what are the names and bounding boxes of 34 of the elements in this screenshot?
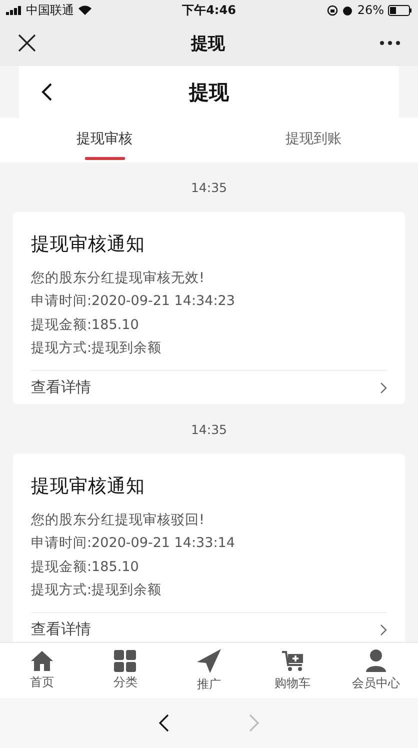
detail-line: 提现方式:提现到余额	[31, 340, 162, 356]
status-time: 下午4:46	[182, 2, 236, 18]
detail-line: 提现金额:185.10	[31, 316, 139, 333]
carrier-name: 中国联通	[26, 2, 74, 18]
cart-icon	[280, 650, 305, 672]
chevron-right-icon	[380, 624, 387, 636]
view-details-link[interactable]: 查看详情	[31, 378, 91, 398]
wifi-icon	[78, 5, 92, 15]
battery-icon	[388, 4, 412, 16]
grid-icon	[113, 650, 138, 672]
chevron-right-icon	[380, 382, 387, 394]
message-time: 14:35	[190, 180, 228, 194]
card-title: 提现审核通知	[31, 234, 145, 255]
detail-line: 提现方式:提现到余额	[31, 582, 162, 598]
back-icon[interactable]	[41, 82, 53, 102]
paper-plane-icon	[196, 648, 222, 674]
back-icon[interactable]	[159, 714, 169, 732]
view-details-link[interactable]: 查看详情	[31, 620, 91, 640]
detail-line: 您的股东分红提现审核驳回!	[31, 512, 204, 528]
close-icon[interactable]	[18, 34, 36, 52]
message-time: 14:35	[190, 422, 228, 437]
page-title: 提现	[189, 78, 229, 106]
detail-line: 申请时间:2020-09-21 14:33:14	[31, 535, 235, 552]
home-icon	[30, 650, 54, 672]
detail-line: 提现金额:185.10	[31, 558, 139, 575]
detail-line: 您的股东分红提现审核无效!	[31, 270, 204, 286]
card-title: 提现审核通知	[31, 476, 145, 498]
signal-icon	[6, 6, 22, 14]
battery-percent: 26%	[357, 3, 384, 17]
more-icon[interactable]	[380, 41, 400, 45]
detail-line: 申请时间:2020-09-21 14:34:23	[31, 293, 235, 310]
rotation-lock-icon	[327, 4, 338, 16]
user-icon	[365, 649, 388, 673]
window-title: 提现	[191, 32, 225, 54]
